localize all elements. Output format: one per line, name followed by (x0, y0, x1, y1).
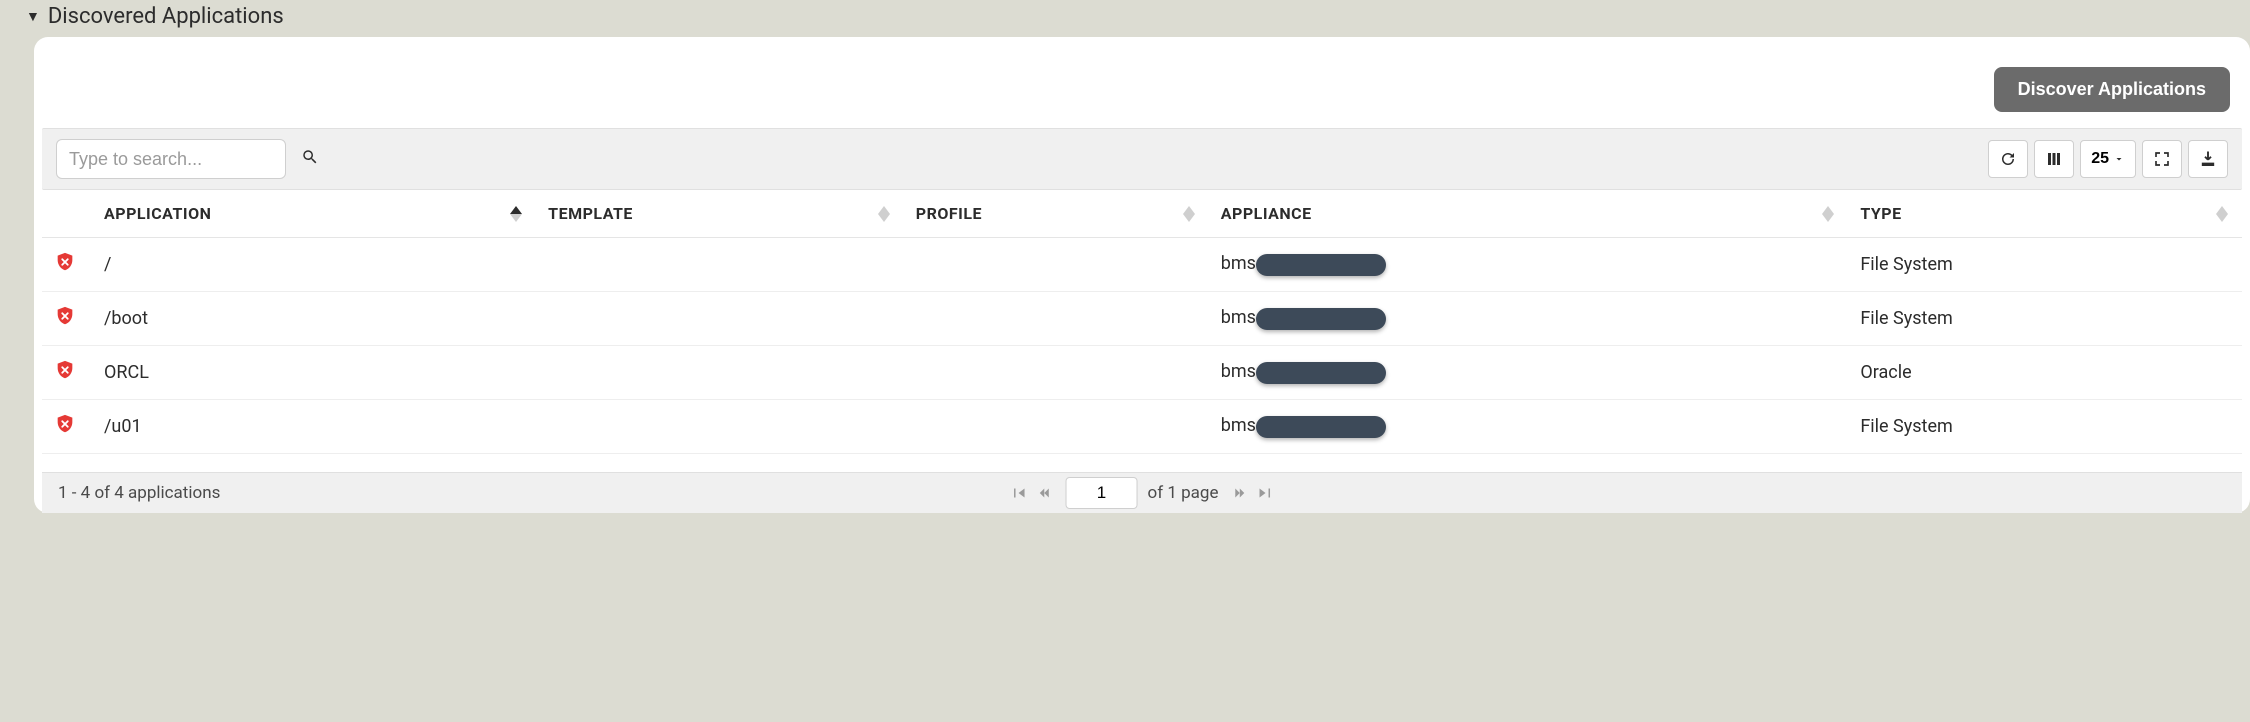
profile-cell (904, 400, 1209, 454)
shield-x-icon (54, 304, 76, 328)
table-row[interactable]: / bmsFile System (42, 238, 2242, 292)
toolbar-right: 25 (1988, 140, 2228, 178)
search-box[interactable] (56, 139, 286, 179)
type-cell: File System (1848, 400, 2242, 454)
page-size-select[interactable]: 25 (2080, 140, 2136, 178)
col-label: PROFILE (916, 204, 982, 223)
application-cell: /boot (92, 292, 536, 346)
template-cell (536, 292, 904, 346)
search-input[interactable] (69, 149, 301, 170)
section-header[interactable]: ▼ Discovered Applications (26, 0, 2250, 37)
sort-icon (2216, 206, 2228, 222)
col-appliance[interactable]: APPLIANCE (1209, 190, 1849, 238)
prev-page-button[interactable] (1038, 484, 1056, 502)
status-cell (42, 400, 92, 454)
appliance-cell: bms (1209, 238, 1849, 292)
appliance-cell: bms (1209, 400, 1849, 454)
col-label: TEMPLATE (548, 204, 633, 223)
panel-actions: Discover Applications (34, 37, 2250, 128)
col-status (42, 190, 92, 238)
sort-icon (510, 206, 522, 222)
status-cell (42, 238, 92, 292)
status-cell (42, 292, 92, 346)
panel: Discover Applications 25 (34, 37, 2250, 513)
col-profile[interactable]: PROFILE (904, 190, 1209, 238)
table-row[interactable]: /u01 bmsFile System (42, 400, 2242, 454)
profile-cell (904, 292, 1209, 346)
redacted-text (1256, 416, 1386, 438)
search-icon (301, 148, 319, 171)
col-label: APPLIANCE (1221, 204, 1312, 223)
col-application[interactable]: APPLICATION (92, 190, 536, 238)
next-page-button[interactable] (1228, 484, 1246, 502)
type-cell: File System (1848, 238, 2242, 292)
redacted-text (1256, 254, 1386, 276)
redacted-text (1256, 308, 1386, 330)
sort-icon (1183, 206, 1195, 222)
toolbar: 25 (42, 128, 2242, 190)
discover-applications-button[interactable]: Discover Applications (1994, 67, 2230, 112)
col-label: TYPE (1860, 204, 1901, 223)
last-page-button[interactable] (1256, 484, 1274, 502)
table-row[interactable]: ORCL bmsOracle (42, 346, 2242, 400)
application-cell: ORCL (92, 346, 536, 400)
template-cell (536, 346, 904, 400)
appliance-cell: bms (1209, 346, 1849, 400)
sort-icon (878, 206, 890, 222)
sort-icon (1822, 206, 1834, 222)
type-cell: File System (1848, 292, 2242, 346)
columns-button[interactable] (2034, 140, 2074, 178)
fullscreen-button[interactable] (2142, 140, 2182, 178)
profile-cell (904, 346, 1209, 400)
first-page-button[interactable] (1010, 484, 1028, 502)
section-title: Discovered Applications (48, 4, 284, 29)
shield-x-icon (54, 412, 76, 436)
application-cell: /u01 (92, 400, 536, 454)
row-summary: 1 - 4 of 4 applications (58, 483, 220, 503)
col-type[interactable]: TYPE (1848, 190, 2242, 238)
chevron-down-icon (2113, 153, 2125, 165)
col-template[interactable]: TEMPLATE (536, 190, 904, 238)
applications-table: APPLICATION TEMPLATE PROFILE (42, 190, 2242, 454)
template-cell (536, 238, 904, 292)
col-label: APPLICATION (104, 204, 211, 223)
table-footer: 1 - 4 of 4 applications of 1 page (42, 472, 2242, 513)
page-of-label: of 1 page (1148, 483, 1219, 503)
profile-cell (904, 238, 1209, 292)
table-header-row: APPLICATION TEMPLATE PROFILE (42, 190, 2242, 238)
page-input[interactable] (1066, 477, 1138, 509)
application-cell: / (92, 238, 536, 292)
download-button[interactable] (2188, 140, 2228, 178)
shield-x-icon (54, 358, 76, 382)
table-row[interactable]: /boot bmsFile System (42, 292, 2242, 346)
redacted-text (1256, 362, 1386, 384)
template-cell (536, 400, 904, 454)
refresh-button[interactable] (1988, 140, 2028, 178)
shield-x-icon (54, 250, 76, 274)
page-size-label: 25 (2091, 150, 2109, 168)
collapse-icon: ▼ (26, 10, 40, 24)
appliance-cell: bms (1209, 292, 1849, 346)
type-cell: Oracle (1848, 346, 2242, 400)
pager: of 1 page (1010, 477, 1275, 509)
status-cell (42, 346, 92, 400)
